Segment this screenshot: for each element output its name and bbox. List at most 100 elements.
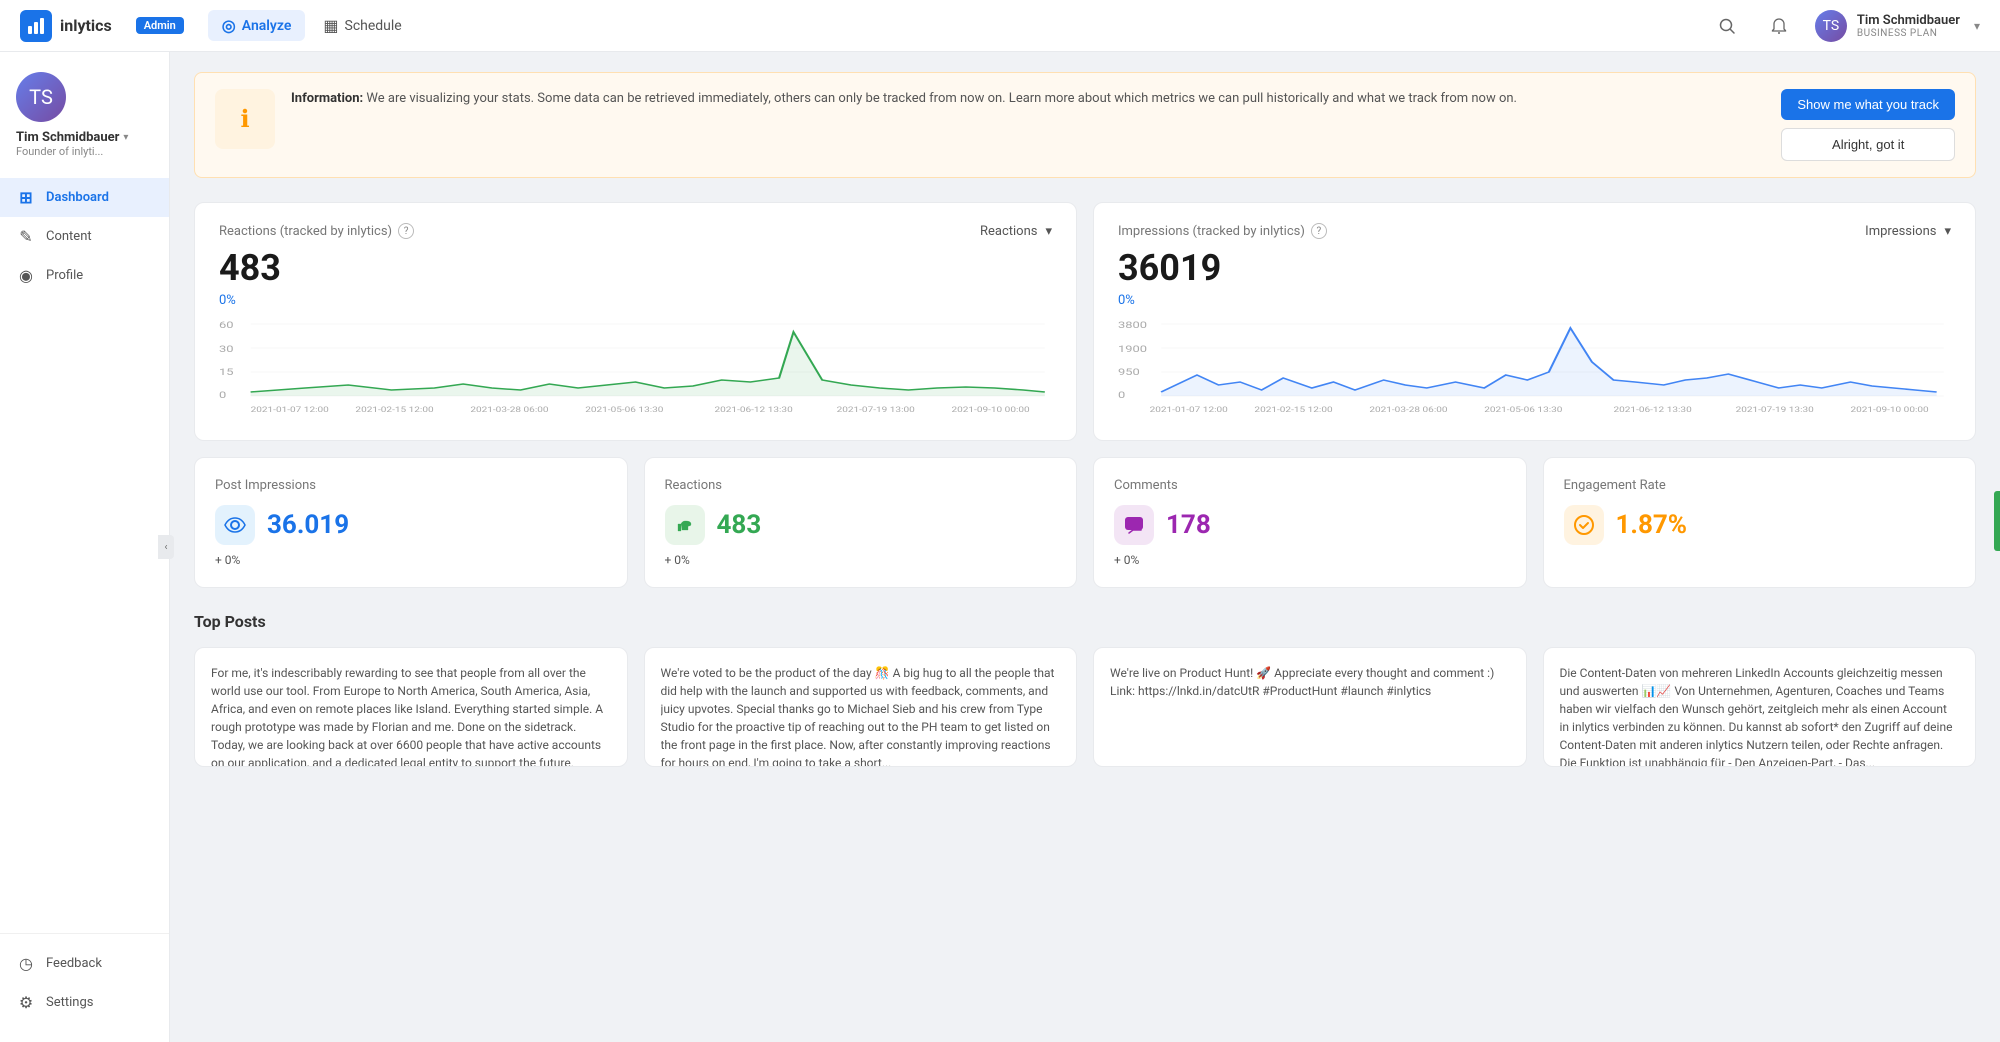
nav-analyze-label: Analyze <box>242 18 292 34</box>
impressions-filter[interactable]: Impressions ▾ <box>1865 224 1951 239</box>
logo-icon <box>20 10 52 42</box>
reactions-chart-label: Reactions (tracked by inlytics) ? <box>219 223 414 239</box>
svg-text:0: 0 <box>219 390 226 401</box>
svg-text:30: 30 <box>219 344 234 355</box>
stat-card-reactions: Reactions 483 + 0% <box>644 457 1078 588</box>
stat-comments-value: 178 <box>1166 510 1211 540</box>
post-card-4-text: Die Content-Daten von mehreren LinkedIn … <box>1560 664 1960 767</box>
svg-text:2021-01-07 12:00: 2021-01-07 12:00 <box>251 406 329 414</box>
svg-text:2021-09-10 00:00: 2021-09-10 00:00 <box>951 406 1029 414</box>
nav-right: TS Tim Schmidbauer BUSINESS PLAN ▾ <box>1711 10 1980 42</box>
reactions-chart-header: Reactions (tracked by inlytics) ? Reacti… <box>219 223 1052 239</box>
info-banner-body: We are visualizing your stats. Some data… <box>366 91 1517 106</box>
stat-reactions-value-row: 483 <box>665 505 1057 545</box>
user-plan: BUSINESS PLAN <box>1857 28 1960 39</box>
reactions-stat-icon <box>665 505 705 545</box>
sidebar-bottom: ◷ Feedback ⚙ Settings <box>0 933 169 1022</box>
post-impressions-icon <box>215 505 255 545</box>
post-card-2[interactable]: We're voted to be the product of the day… <box>644 647 1078 767</box>
svg-text:2021-03-28 06:00: 2021-03-28 06:00 <box>470 406 548 414</box>
stat-reactions-change: + 0% <box>665 553 1057 567</box>
sidebar-item-dashboard-label: Dashboard <box>46 190 109 205</box>
svg-text:2021-01-07 12:00: 2021-01-07 12:00 <box>1150 406 1228 414</box>
sidebar-avatar: TS <box>16 72 66 122</box>
user-chevron-icon: ▾ <box>1974 19 1980 33</box>
got-it-button[interactable]: Alright, got it <box>1781 128 1955 161</box>
user-menu[interactable]: TS Tim Schmidbauer BUSINESS PLAN ▾ <box>1815 10 1980 42</box>
post-card-1[interactable]: For me, it's indescribably rewarding to … <box>194 647 628 767</box>
profile-icon: ◉ <box>16 266 36 285</box>
notifications-button[interactable] <box>1763 10 1795 42</box>
charts-grid: Reactions (tracked by inlytics) ? Reacti… <box>194 202 1976 441</box>
sidebar-item-dashboard[interactable]: ⊞ Dashboard <box>0 178 169 217</box>
sidebar-user-name: Tim Schmidbauer <box>16 130 119 145</box>
svg-text:2021-09-10 00:00: 2021-09-10 00:00 <box>1850 406 1928 414</box>
impressions-help-icon[interactable]: ? <box>1311 223 1327 239</box>
main-layout: TS Tim Schmidbauer ▾ Founder of inlyti..… <box>0 52 2000 1042</box>
post-card-2-text: We're voted to be the product of the day… <box>661 664 1061 767</box>
stat-comments-title: Comments <box>1114 478 1506 493</box>
svg-text:2021-07-19 13:30: 2021-07-19 13:30 <box>1736 406 1814 414</box>
impressions-chart-label: Impressions (tracked by inlytics) ? <box>1118 223 1327 239</box>
reactions-help-icon[interactable]: ? <box>398 223 414 239</box>
user-info: Tim Schmidbauer BUSINESS PLAN <box>1857 13 1960 39</box>
post-card-1-text: For me, it's indescribably rewarding to … <box>211 664 611 767</box>
schedule-icon: ▦ <box>323 16 338 35</box>
reactions-filter[interactable]: Reactions ▾ <box>980 224 1052 239</box>
svg-text:950: 950 <box>1118 367 1140 378</box>
svg-text:2021-05-06 13:30: 2021-05-06 13:30 <box>1484 406 1562 414</box>
stat-comments-value-row: 178 <box>1114 505 1506 545</box>
sidebar-collapse-button[interactable]: ‹ <box>158 535 174 559</box>
info-banner-actions: Show me what you track Alright, got it <box>1781 89 1955 161</box>
post-card-3[interactable]: We're live on Product Hunt! 🚀 Appreciate… <box>1093 647 1527 767</box>
sidebar-nav: ⊞ Dashboard ✎ Content ◉ Profile <box>0 178 169 923</box>
stat-post-impressions-value: 36.019 <box>267 510 349 540</box>
svg-text:0: 0 <box>1118 390 1125 401</box>
sidebar-item-profile[interactable]: ◉ Profile <box>0 256 169 295</box>
svg-text:2021-06-12 13:30: 2021-06-12 13:30 <box>1613 406 1691 414</box>
sidebar: TS Tim Schmidbauer ▾ Founder of inlyti..… <box>0 52 170 1042</box>
sidebar-item-settings[interactable]: ⚙ Settings <box>0 983 169 1022</box>
nav-analyze[interactable]: ◎ Analyze <box>208 10 306 41</box>
content-icon: ✎ <box>16 227 36 246</box>
logo[interactable]: inlytics <box>20 10 112 42</box>
svg-text:1900: 1900 <box>1118 344 1147 355</box>
show-track-button[interactable]: Show me what you track <box>1781 89 1955 120</box>
stat-comments-change: + 0% <box>1114 553 1506 567</box>
svg-text:15: 15 <box>219 367 234 378</box>
svg-text:2021-03-28 06:00: 2021-03-28 06:00 <box>1369 406 1447 414</box>
settings-icon: ⚙ <box>16 993 36 1012</box>
engagement-icon <box>1564 505 1604 545</box>
sidebar-item-feedback-label: Feedback <box>46 956 102 971</box>
impressions-change: 0% <box>1118 293 1951 308</box>
nav-items: ◎ Analyze ▦ Schedule <box>208 10 416 41</box>
sidebar-user-title: Founder of inlyti... <box>16 145 103 158</box>
stat-post-impressions-change: + 0% <box>215 553 607 567</box>
reactions-chart-card: Reactions (tracked by inlytics) ? Reacti… <box>194 202 1077 441</box>
search-button[interactable] <box>1711 10 1743 42</box>
info-banner-icon-wrap: ℹ <box>215 89 275 149</box>
posts-grid: For me, it's indescribably rewarding to … <box>194 647 1976 767</box>
logo-text: inlytics <box>60 16 112 35</box>
sidebar-item-feedback[interactable]: ◷ Feedback <box>0 944 169 983</box>
feedback-icon: ◷ <box>16 954 36 973</box>
nav-schedule[interactable]: ▦ Schedule <box>309 10 415 41</box>
sidebar-item-content[interactable]: ✎ Content <box>0 217 169 256</box>
reactions-change: 0% <box>219 293 1052 308</box>
sidebar-user-chevron-icon: ▾ <box>123 132 128 143</box>
reactions-filter-chevron-icon: ▾ <box>1045 224 1052 239</box>
impressions-value: 36019 <box>1118 247 1951 289</box>
post-card-4[interactable]: Die Content-Daten von mehreren LinkedIn … <box>1543 647 1977 767</box>
top-posts-title: Top Posts <box>194 612 1976 631</box>
nav-schedule-label: Schedule <box>345 18 402 34</box>
stat-card-engagement: Engagement Rate 1.87% <box>1543 457 1977 588</box>
right-bar[interactable] <box>1994 491 2000 551</box>
svg-text:3800: 3800 <box>1118 320 1147 330</box>
comments-icon <box>1114 505 1154 545</box>
user-avatar: TS <box>1815 10 1847 42</box>
svg-text:2021-07-19 13:00: 2021-07-19 13:00 <box>837 406 915 414</box>
info-banner-text-container: Information: We are visualizing your sta… <box>291 89 1765 109</box>
impressions-chart-card: Impressions (tracked by inlytics) ? Impr… <box>1093 202 1976 441</box>
dashboard-icon: ⊞ <box>16 188 36 207</box>
stat-post-impressions-title: Post Impressions <box>215 478 607 493</box>
